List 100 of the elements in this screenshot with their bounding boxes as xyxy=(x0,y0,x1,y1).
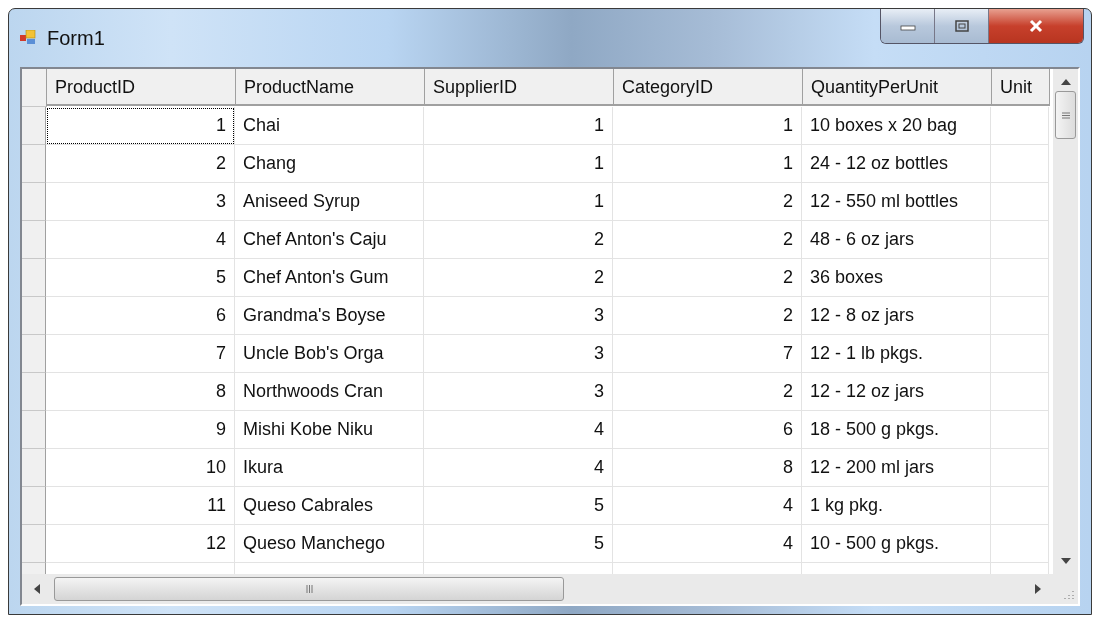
close-button[interactable] xyxy=(989,9,1083,43)
table-cell: 8 xyxy=(46,373,235,411)
vertical-scrollbar[interactable] xyxy=(1053,69,1078,574)
row-header[interactable] xyxy=(22,259,46,297)
table-cell: 12 - 200 ml jars xyxy=(802,449,991,487)
table-cell: Chai xyxy=(235,107,424,145)
column-header[interactable]: QuantityPerUnit xyxy=(803,69,992,106)
table-cell: 2 xyxy=(424,259,613,297)
table-cell: 48 - 6 oz jars xyxy=(802,221,991,259)
scrollbar-thumb[interactable] xyxy=(54,577,564,601)
table-cell: 4 xyxy=(613,525,802,563)
scroll-left-icon xyxy=(34,584,40,594)
table-cell: Mishi Kobe Niku xyxy=(235,411,424,449)
table-cell: 2 xyxy=(613,183,802,221)
row-header[interactable] xyxy=(22,525,46,563)
table-cell: 36 boxes xyxy=(802,259,991,297)
table-cell xyxy=(991,487,1049,525)
column-header[interactable]: SupplierID xyxy=(425,69,614,106)
table-cell: 10 boxes x 20 bag xyxy=(802,107,991,145)
table-cell: 1 xyxy=(613,107,802,145)
table-cell: 4 xyxy=(424,411,613,449)
table-cell: 8 xyxy=(613,449,802,487)
row-header[interactable] xyxy=(22,449,46,487)
row-header[interactable] xyxy=(22,107,46,145)
window-title: Form1 xyxy=(47,26,105,50)
table-cell: 4 xyxy=(613,487,802,525)
table-cell: 3 xyxy=(424,373,613,411)
table-cell: 18 - 500 g pkgs. xyxy=(802,411,991,449)
table-cell xyxy=(991,373,1049,411)
row-header[interactable] xyxy=(22,335,46,373)
table-cell: 11 xyxy=(46,487,235,525)
table-cell: 4 xyxy=(424,449,613,487)
row-header[interactable] xyxy=(22,487,46,525)
table-cell xyxy=(991,449,1049,487)
horizontal-scrollbar[interactable] xyxy=(22,574,1053,604)
corner-header[interactable] xyxy=(22,69,47,107)
row-header[interactable] xyxy=(22,297,46,335)
table-cell xyxy=(991,145,1049,183)
table-cell: Queso Cabrales xyxy=(235,487,424,525)
column-header[interactable]: ProductID xyxy=(47,69,236,106)
table-cell: 1 kg pkg. xyxy=(802,487,991,525)
maximize-icon xyxy=(954,20,969,32)
scroll-down-icon xyxy=(1060,558,1071,564)
table-cell: Chef Anton's Gum xyxy=(235,259,424,297)
table-cell xyxy=(991,411,1049,449)
table-cell: 5 xyxy=(46,259,235,297)
table-cell xyxy=(991,107,1049,145)
table-cell: 12 xyxy=(46,525,235,563)
table-cell: 2 xyxy=(613,297,802,335)
table-cell: 9 xyxy=(46,411,235,449)
table-cell: 7 xyxy=(613,335,802,373)
table-cell: 12 - 550 ml bottles xyxy=(802,183,991,221)
table-cell: Uncle Bob's Orga xyxy=(235,335,424,373)
row-header[interactable] xyxy=(22,411,46,449)
table-cell: 10 xyxy=(46,449,235,487)
table-cell: Grandma's Boyse xyxy=(235,297,424,335)
table-cell: 3 xyxy=(46,183,235,221)
table-cell: 3 xyxy=(424,297,613,335)
table-cell: 1 xyxy=(46,107,235,145)
table-cell: Northwoods Cran xyxy=(235,373,424,411)
table-cell: 12 - 12 oz jars xyxy=(802,373,991,411)
table-cell: Chef Anton's Caju xyxy=(235,221,424,259)
maximize-button[interactable] xyxy=(935,9,989,43)
table-cell: 24 - 12 oz bottles xyxy=(802,145,991,183)
table-cell: 4 xyxy=(46,221,235,259)
minimize-button[interactable] xyxy=(881,9,935,43)
table-cell: 2 xyxy=(424,221,613,259)
scroll-up-icon xyxy=(1060,79,1071,85)
table-cell: Queso Manchego xyxy=(235,525,424,563)
table-cell xyxy=(991,525,1049,563)
table-cell: 1 xyxy=(424,107,613,145)
table-cell: 10 - 500 g pkgs. xyxy=(802,525,991,563)
table-cell xyxy=(991,221,1049,259)
table-cell: 1 xyxy=(424,145,613,183)
table-cell xyxy=(991,297,1049,335)
table-cell: 12 - 1 lb pkgs. xyxy=(802,335,991,373)
table-cell: Ikura xyxy=(235,449,424,487)
row-header[interactable] xyxy=(22,221,46,259)
table-cell: 6 xyxy=(46,297,235,335)
table-cell xyxy=(991,335,1049,373)
table-cell: 2 xyxy=(613,259,802,297)
table-cell: 5 xyxy=(424,525,613,563)
table-cell: 7 xyxy=(46,335,235,373)
column-header[interactable]: ProductName xyxy=(236,69,425,106)
table-cell xyxy=(991,183,1049,221)
table-cell: 2 xyxy=(613,373,802,411)
row-header[interactable] xyxy=(22,183,46,221)
table-cell: Aniseed Syrup xyxy=(235,183,424,221)
row-header[interactable] xyxy=(22,373,46,411)
table-cell: 2 xyxy=(613,221,802,259)
grip-icon xyxy=(305,585,313,593)
close-icon xyxy=(1028,19,1044,33)
table-cell: 12 - 8 oz jars xyxy=(802,297,991,335)
scrollbar-thumb[interactable] xyxy=(1055,91,1076,139)
column-header[interactable]: Unit xyxy=(992,69,1050,106)
row-header[interactable] xyxy=(22,145,46,183)
table-cell: 5 xyxy=(424,487,613,525)
table-cell: 3 xyxy=(424,335,613,373)
column-header[interactable]: CategoryID xyxy=(614,69,803,106)
size-grip-icon xyxy=(1064,590,1074,600)
